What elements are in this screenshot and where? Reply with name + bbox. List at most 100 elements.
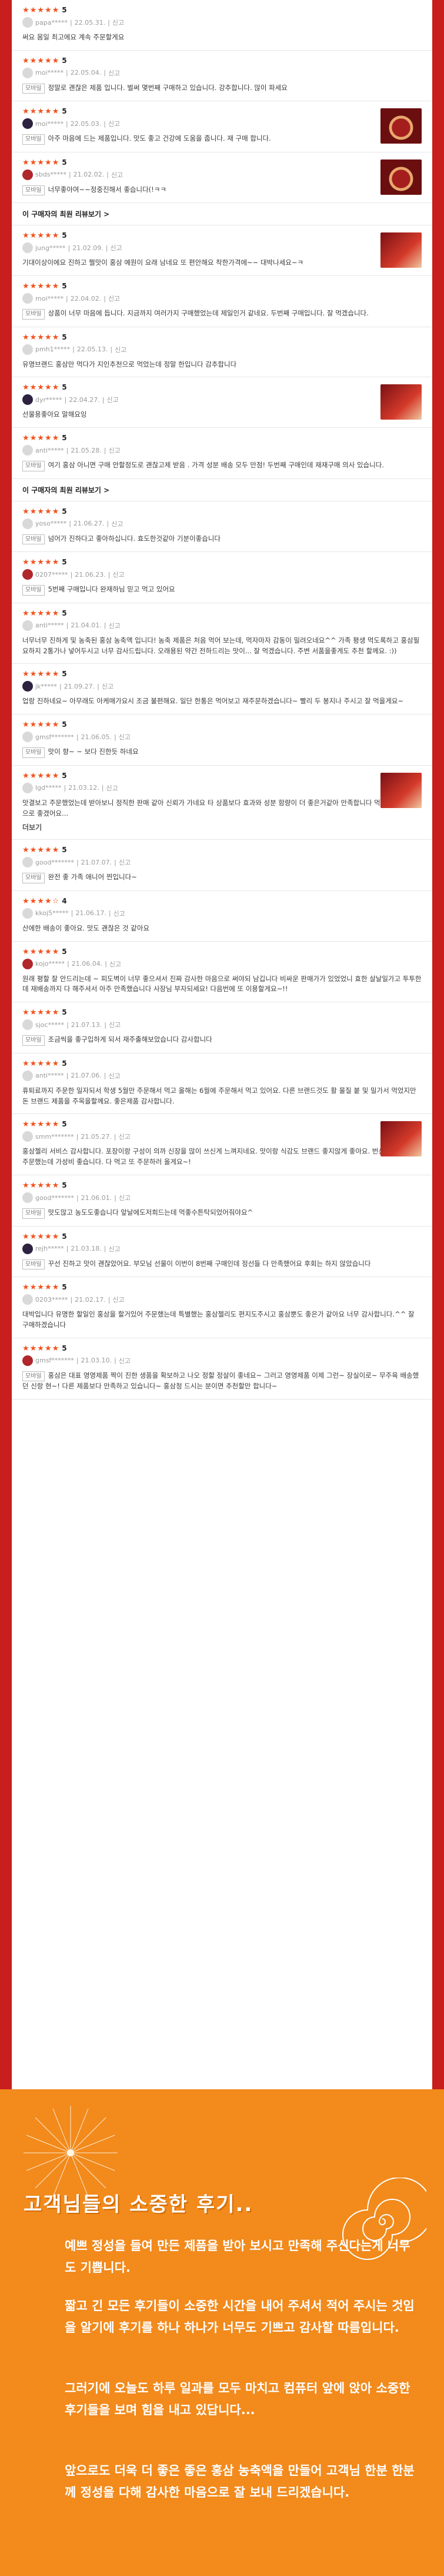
rating-score: 5 xyxy=(62,720,67,729)
review-rating: ★★★★★ 5 xyxy=(22,383,422,392)
meta-separator: | xyxy=(114,733,116,741)
review-body: 꾸선 진하고 맛이 괜찮았어요. 부모님 선물이 이번이 8번째 구매인데 정선… xyxy=(48,1259,371,1268)
report-link[interactable]: 신고 xyxy=(102,682,113,691)
review-text: 홍삼젤리 서비스 감사합니다. 포장이랑 구성이 의까 신장을 많이 쓰신게 느… xyxy=(22,1146,422,1168)
report-link[interactable]: 신고 xyxy=(109,446,121,455)
more-link[interactable]: 더보기 xyxy=(22,822,422,832)
review-photo[interactable] xyxy=(380,232,422,268)
report-link[interactable]: 신고 xyxy=(112,570,124,579)
review-body: 5번째 구매입니다 완재하님 믿고 먹고 있어요 xyxy=(48,585,175,594)
avatar xyxy=(22,169,33,180)
star-rating: ★★★★★ xyxy=(22,56,60,65)
buyer-reviews-link[interactable]: 이 구매자의 최원 리뷰보기 > xyxy=(12,203,432,226)
rating-score: 5 xyxy=(62,558,67,567)
buyer-reviews-link[interactable]: 이 구매자의 최원 리뷰보기 > xyxy=(12,479,432,501)
thanks-paragraph-4: 앞으로도 더욱 더 좋은 좋은 홍삼 농축액을 만들어 고객님 한분 한분께 정… xyxy=(65,2464,415,2500)
review-photo[interactable] xyxy=(380,1121,422,1157)
review-meta: rejh***** | 21.03.18. | 신고 xyxy=(22,1243,422,1254)
review-meta: papa***** | 22.05.31. | 신고 xyxy=(22,17,422,28)
meta-separator: | xyxy=(69,520,71,528)
review-meta: good******* | 21.07.07. | 신고 xyxy=(22,857,422,868)
report-link[interactable]: 신고 xyxy=(111,170,123,180)
report-link[interactable]: 신고 xyxy=(108,68,120,78)
report-link[interactable]: 신고 xyxy=(115,345,126,354)
review-date: 21.09.27. xyxy=(64,682,95,690)
report-link[interactable]: 신고 xyxy=(106,783,118,793)
star-rating: ★★★★★ xyxy=(22,846,60,855)
rating-score: 5 xyxy=(62,158,67,167)
report-link[interactable]: 신고 xyxy=(106,395,118,404)
option-tag: 모바일 xyxy=(22,873,45,883)
reviewer-id: moi***** xyxy=(35,69,64,77)
review-item: ★★★★★ 5 moi***** | 22.05.03. | 신고 모바일 아주 마음에 드는 … xyxy=(12,101,432,152)
review-rating: ★★★★★ 5 xyxy=(22,1181,422,1190)
meta-separator: | xyxy=(70,570,73,579)
review-text: 휴퇴료까지 주문한 일자되서 학생 5월만 주문해서 먹고 올해는 6월에 주문… xyxy=(22,1086,422,1107)
report-link[interactable]: 신고 xyxy=(119,1193,131,1202)
reviewer-id: yoso***** xyxy=(35,520,67,528)
star-rating: ★★★★★ xyxy=(22,333,60,342)
review-item: ★★★★★ 5 0203***** | 21.02.17. | 신고 대박입니다 유명한 할일… xyxy=(12,1277,432,1338)
review-photo[interactable] xyxy=(380,159,422,195)
review-body: 너무너무 진하게 및 농축된 홍삼 농축액 입니다! 농축 제품은 처음 먹어 … xyxy=(22,636,420,655)
meta-separator: | xyxy=(76,858,79,866)
meta-separator: | xyxy=(105,960,107,968)
review-date: 22.05.31. xyxy=(74,18,106,26)
option-tag: 모바일 xyxy=(22,461,45,471)
review-meta: kkoj5***** | 21.06.17. | 신고 xyxy=(22,908,422,919)
rating-score: 5 xyxy=(62,333,67,341)
review-meta: moi***** | 22.04.02. | 신고 xyxy=(22,293,422,304)
review-rating: ★★★★★ 5 xyxy=(22,720,422,729)
meta-separator: | xyxy=(66,621,69,630)
star-rating: ★★★★★ xyxy=(22,158,60,167)
avatar xyxy=(22,620,33,631)
star-rating: ★★★★★ xyxy=(22,609,60,618)
report-link[interactable]: 신고 xyxy=(112,18,124,27)
review-date: 21.07.13. xyxy=(71,1021,102,1029)
review-item: ★★★★★ 5 0207***** | 21.06.23. | 신고 모바일 5번째 구매입니다… xyxy=(12,552,432,603)
avatar xyxy=(22,569,33,580)
meta-separator: | xyxy=(104,294,106,303)
report-link[interactable]: 신고 xyxy=(119,857,131,867)
review-meta: jung***** | 21.02.09. | 신고 xyxy=(22,242,422,254)
report-link[interactable]: 신고 xyxy=(109,1020,121,1029)
report-link[interactable]: 신고 xyxy=(110,243,122,252)
review-photo[interactable] xyxy=(380,772,422,808)
star-rating: ★★★★★ xyxy=(22,1059,60,1068)
reviewer-id: anti***** xyxy=(35,1072,64,1080)
thanks-banner: 고객님들의 소중한 후기.. 예쁘 정성을 들여 만든 제품을 받아 보시고 만… xyxy=(0,2089,444,2576)
meta-separator: | xyxy=(110,345,113,354)
review-photo[interactable] xyxy=(380,384,422,420)
report-link[interactable]: 신고 xyxy=(109,959,121,969)
review-text: 산에한 배송이 좋아요. 맛도 괜찮은 것 같아요 xyxy=(22,923,422,934)
review-date: 21.07.06. xyxy=(71,1072,102,1080)
star-rating: ★★★★★ xyxy=(22,771,60,780)
meta-separator: | xyxy=(108,570,111,579)
report-link[interactable]: 신고 xyxy=(109,1244,121,1254)
review-body: 여기 홍삼 아니면 구매 안할정도로 괜찮고제 받음 . 가격 성분 배송 모두… xyxy=(48,461,384,470)
meta-separator: | xyxy=(104,621,106,630)
rating-score: 5 xyxy=(62,771,67,780)
report-link[interactable]: 신고 xyxy=(111,519,123,529)
review-photo[interactable] xyxy=(380,108,422,144)
report-link[interactable]: 신고 xyxy=(113,909,125,918)
report-link[interactable]: 신고 xyxy=(108,119,120,128)
review-item: ★★★★★ 5 moi***** | 22.05.04. | 신고 모바일 정말로 괜찮은 제품… xyxy=(12,51,432,102)
report-link[interactable]: 신고 xyxy=(108,294,120,303)
meta-separator: | xyxy=(67,960,69,968)
reviewer-id: 0203***** xyxy=(35,1295,68,1304)
review-meta: moi***** | 22.05.03. | 신고 xyxy=(22,118,422,129)
review-date: 21.06.01. xyxy=(81,1194,112,1202)
report-link[interactable]: 신고 xyxy=(109,1071,121,1081)
report-link[interactable]: 신고 xyxy=(109,621,121,630)
avatar xyxy=(22,394,33,405)
option-tag: 모바일 xyxy=(22,1208,45,1219)
report-link[interactable]: 신고 xyxy=(112,1295,124,1304)
option-tag: 모바일 xyxy=(22,185,45,196)
report-link[interactable]: 신고 xyxy=(119,1132,131,1141)
report-link[interactable]: 신고 xyxy=(119,1356,131,1365)
meta-separator: | xyxy=(114,1357,116,1365)
meta-separator: | xyxy=(105,244,108,252)
report-link[interactable]: 신고 xyxy=(119,732,131,742)
review-meta: sjoc***** | 21.07.13. | 신고 xyxy=(22,1019,422,1031)
